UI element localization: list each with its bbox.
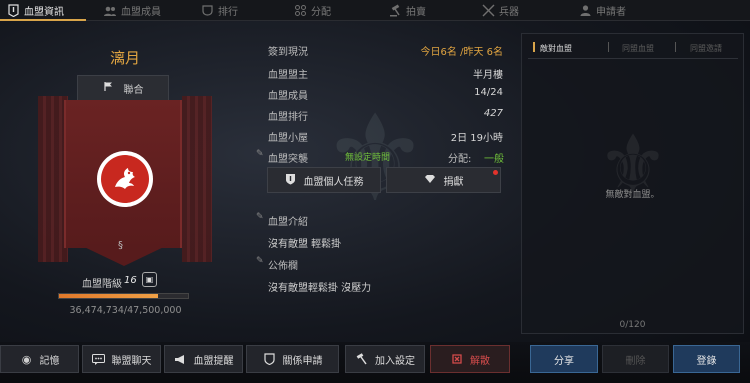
join-settings-button[interactable]: 加入設定 bbox=[345, 345, 425, 373]
record-label: 記憶 bbox=[39, 355, 60, 367]
raid-time[interactable]: 無設定時間 bbox=[345, 150, 390, 163]
tab-label: 排行 bbox=[218, 7, 238, 18]
flag-icon bbox=[103, 81, 114, 95]
notification-dot bbox=[493, 170, 498, 175]
leader-label: 血盟盟主 bbox=[268, 70, 308, 81]
checkin-value: 今日6名 /昨天 6名 bbox=[420, 47, 503, 58]
share-button[interactable]: 分享 bbox=[530, 345, 598, 373]
register-button[interactable]: 登錄 bbox=[673, 345, 740, 373]
tab-guild-info[interactable]: 血盟資訊 bbox=[6, 0, 64, 21]
guild-emblem bbox=[97, 151, 153, 207]
guild-remind-button[interactable]: 血盟提醒 bbox=[164, 345, 243, 373]
active-subtab-marker bbox=[533, 42, 535, 52]
edit-intro-icon[interactable]: ✎ bbox=[256, 213, 265, 222]
dissolve-icon bbox=[450, 352, 464, 366]
delete-button[interactable]: 刪除 bbox=[602, 345, 669, 373]
edit-notice-icon[interactable]: ✎ bbox=[256, 257, 265, 266]
notice-text: 沒有敵盟輕鬆掛 沒壓力 bbox=[268, 283, 372, 294]
enemy-count: 0/120 bbox=[619, 320, 646, 330]
relation-request-label: 關係申請 bbox=[282, 355, 323, 367]
tab-guild-members[interactable]: 血盟成員 bbox=[103, 0, 161, 21]
guild-name: 漓月 bbox=[109, 49, 140, 67]
share-label: 分享 bbox=[554, 355, 574, 367]
personal-task-label: 血盟個人任務 bbox=[303, 176, 364, 188]
tab-auction[interactable]: 拍賣 bbox=[388, 0, 426, 21]
dragon-icon bbox=[115, 168, 135, 189]
panel-divider bbox=[528, 58, 738, 59]
gift-icon[interactable]: ▣ bbox=[142, 272, 157, 287]
edit-raid-icon[interactable]: ✎ bbox=[256, 150, 265, 159]
members-icon bbox=[103, 4, 117, 18]
guild-exp-text: 36,474,734/47,500,000 bbox=[69, 305, 182, 316]
members-value: 14/24 bbox=[474, 87, 503, 98]
checkin-label: 簽到現況 bbox=[268, 47, 308, 58]
tab-label: 兵器 bbox=[499, 7, 519, 18]
dissolve-label: 解散 bbox=[470, 355, 490, 367]
subtab-separator bbox=[675, 42, 676, 52]
tab-rank[interactable]: 排行 bbox=[200, 0, 238, 21]
house-value: 2日 19小時 bbox=[450, 133, 503, 144]
donate-button[interactable]: 捐獻 bbox=[386, 167, 501, 193]
distribute-icon bbox=[293, 4, 307, 18]
notice-label: 公佈欄 bbox=[268, 261, 298, 272]
alliance-chat-label: 聯盟聊天 bbox=[111, 355, 152, 367]
leader-value: 半月樓 bbox=[473, 70, 503, 81]
megaphone-icon bbox=[174, 352, 188, 366]
banner-knot-icon: § bbox=[118, 240, 123, 251]
tab-label: 拍賣 bbox=[406, 7, 426, 18]
tab-label: 血盟資訊 bbox=[24, 7, 64, 18]
delete-label: 刪除 bbox=[625, 355, 646, 367]
shield-icon bbox=[285, 173, 296, 188]
donate-label: 捐獻 bbox=[443, 176, 464, 188]
gem-icon bbox=[424, 174, 436, 187]
relation-request-button[interactable]: 關係申請 bbox=[246, 345, 339, 373]
applicant-icon bbox=[578, 4, 592, 18]
chat-icon bbox=[92, 352, 106, 366]
record-button[interactable]: ◉ 記憶 bbox=[0, 345, 79, 373]
guild-remind-label: 血盟提醒 bbox=[193, 355, 234, 367]
personal-task-button[interactable]: 血盟個人任務 bbox=[267, 167, 381, 193]
empty-crest-icon: ⚜ bbox=[597, 118, 669, 211]
empty-list-text: 無敵對血盟。 bbox=[605, 190, 660, 200]
info-icon bbox=[6, 4, 20, 18]
alliance-button[interactable]: 聯合 bbox=[77, 75, 169, 101]
guild-exp-bar bbox=[58, 293, 189, 299]
auction-icon bbox=[388, 4, 402, 18]
distribution-label: 分配: bbox=[448, 154, 472, 165]
rank-label: 血盟排行 bbox=[268, 112, 308, 123]
join-settings-label: 加入設定 bbox=[375, 355, 415, 367]
alliance-chat-button[interactable]: 聯盟聊天 bbox=[82, 345, 161, 373]
record-icon: ◉ bbox=[21, 352, 32, 366]
alliance-label: 聯合 bbox=[123, 84, 144, 96]
banner-right-drape bbox=[182, 96, 212, 262]
tab-label: 血盟成員 bbox=[121, 7, 161, 18]
guild-level-label: 血盟階級 bbox=[82, 279, 122, 290]
subtab-allied-guilds[interactable]: 同盟血盟 bbox=[622, 43, 654, 54]
members-label: 血盟成員 bbox=[268, 91, 308, 102]
subtab-separator bbox=[608, 42, 609, 52]
weapons-icon bbox=[481, 4, 495, 18]
tab-distribute[interactable]: 分配 bbox=[293, 0, 331, 21]
subtab-enemy-guilds[interactable]: 敵對血盟 bbox=[540, 43, 572, 54]
tab-weapons[interactable]: 兵器 bbox=[481, 0, 519, 21]
tab-applicants[interactable]: 申請者 bbox=[578, 0, 626, 21]
raid-label: 血盟突襲 bbox=[268, 154, 308, 165]
house-label: 血盟小屋 bbox=[268, 133, 308, 144]
intro-text: 沒有敵盟 輕鬆掛 bbox=[268, 239, 342, 250]
active-tab-underline bbox=[0, 19, 86, 21]
shield-outline-icon bbox=[263, 352, 277, 366]
tab-label: 分配 bbox=[311, 7, 331, 18]
intro-label: 血盟介紹 bbox=[268, 217, 308, 228]
tab-label: 申請者 bbox=[596, 7, 626, 18]
register-label: 登錄 bbox=[696, 355, 717, 367]
rank-icon bbox=[200, 4, 214, 18]
rank-value: 427 bbox=[483, 108, 503, 119]
dissolve-button[interactable]: 解散 bbox=[430, 345, 510, 373]
hammer-icon bbox=[355, 352, 369, 366]
subtab-alliance-invites[interactable]: 同盟邀請 bbox=[690, 43, 722, 54]
guild-exp-fill bbox=[59, 294, 159, 298]
distribution-value[interactable]: 一般 bbox=[484, 150, 504, 165]
guild-level-value: 16 bbox=[124, 275, 137, 286]
